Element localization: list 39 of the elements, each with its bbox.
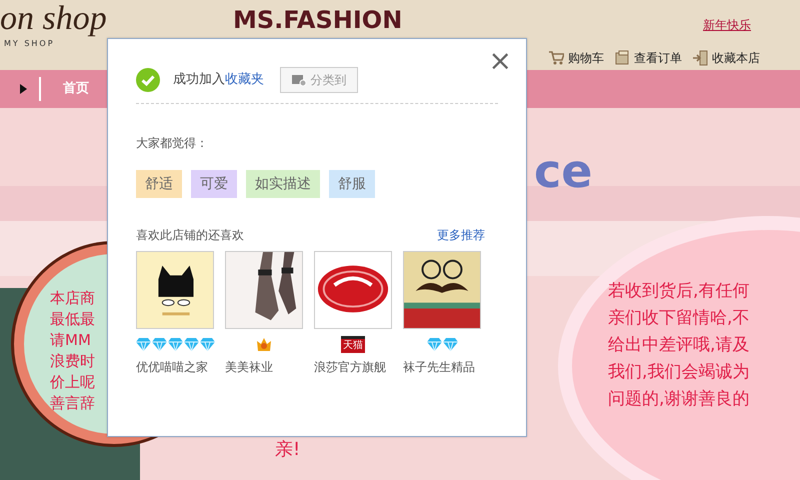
diamond-icon bbox=[136, 338, 150, 350]
check-icon bbox=[136, 68, 160, 92]
favorites-link[interactable]: 收藏夹 bbox=[225, 72, 264, 88]
logo-subtitle: MY SHOP bbox=[4, 38, 56, 50]
tag[interactable]: 舒适 bbox=[136, 170, 182, 198]
folder-icon bbox=[292, 74, 306, 86]
more-link[interactable]: 更多推荐 bbox=[437, 226, 485, 244]
diamond-icon bbox=[442, 338, 458, 350]
diamond-icon bbox=[426, 338, 442, 350]
tag[interactable]: 舒服 bbox=[329, 170, 375, 198]
notice-text: 本店商 最低最 请MM 浪费时 价上呢 善言辞 bbox=[50, 288, 95, 414]
header-link[interactable]: 收藏本店 bbox=[692, 49, 760, 67]
shop-name[interactable]: 美美袜业 bbox=[225, 358, 273, 376]
diamond-icon bbox=[184, 338, 198, 350]
greeting-link[interactable]: 新年快乐 bbox=[703, 16, 751, 34]
tag[interactable]: 可爱 bbox=[191, 170, 237, 198]
door-icon bbox=[692, 50, 708, 66]
header-link[interactable]: 查看订单 bbox=[614, 49, 682, 67]
diamond-icon bbox=[168, 338, 182, 350]
diamond-icon bbox=[152, 338, 166, 350]
tags-title: 大家都觉得： bbox=[136, 135, 209, 152]
tmall-badge: 天猫 bbox=[341, 336, 365, 352]
notice-text: 若收到货后,有任何 亲们收下留情哈,不 给出中差评哦,请及 我们,我们会竭诚为 问题的,谢谢善良的 bbox=[608, 280, 750, 411]
cart-icon bbox=[548, 50, 564, 66]
shop-name[interactable]: 优优喵喵之家 bbox=[136, 358, 208, 376]
clipboard-icon bbox=[614, 50, 630, 66]
success-message: 成功加入收藏夹 bbox=[173, 71, 264, 90]
close-button[interactable]: × bbox=[486, 47, 514, 75]
shop-name[interactable]: 袜子先生精品 bbox=[403, 358, 475, 376]
header-link[interactable]: 购物车 bbox=[548, 49, 604, 67]
tag[interactable]: 如实描述 bbox=[246, 170, 320, 198]
shop-title: MS.FASHION bbox=[233, 5, 402, 36]
diamond-icon bbox=[200, 338, 214, 350]
shop-name[interactable]: 浪莎官方旗舰 bbox=[314, 358, 386, 376]
banner-text: 亲! bbox=[275, 438, 300, 462]
recommend-title: 喜欢此店铺的还喜欢 bbox=[136, 227, 244, 244]
shop-logo: on shop bbox=[0, 0, 108, 38]
banner-heading: ce bbox=[534, 148, 592, 194]
triangle-icon bbox=[20, 84, 27, 94]
